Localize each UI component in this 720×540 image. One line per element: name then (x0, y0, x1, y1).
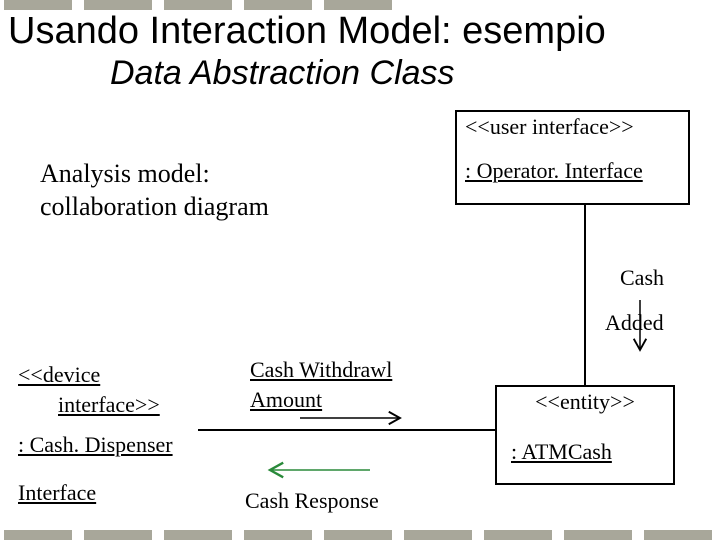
object-cash-dispenser-suffix: Interface (18, 480, 96, 506)
decor-bar-top (0, 0, 720, 10)
message-withdrawl-line1: Cash Withdrawl (250, 357, 392, 382)
message-added: Added (605, 310, 664, 336)
slide-subtitle: Data Abstraction Class (110, 54, 455, 93)
decor-bar-bottom (0, 530, 720, 540)
slide-title: Usando Interaction Model: esempio (8, 10, 712, 53)
object-atmcash: : ATMCash (497, 437, 673, 467)
message-withdrawl-line2: Amount (250, 387, 322, 412)
stereotype-entity: <<entity>> (497, 387, 673, 417)
stereotype-user-interface: <<user interface>> (457, 112, 688, 142)
uml-box-cash-dispenser: <<device interface>> (18, 360, 160, 419)
object-operator-interface: : Operator. Interface (457, 156, 688, 186)
slide-canvas: Usando Interaction Model: esempio Data A… (0, 0, 720, 540)
object-cash-dispenser: : Cash. Dispenser (18, 432, 173, 458)
stereotype-device-line2: interface>> (18, 392, 160, 417)
uml-box-atmcash: <<entity>> : ATMCash (495, 385, 675, 485)
message-cash: Cash (620, 265, 664, 291)
uml-box-operator-interface: <<user interface>> : Operator. Interface (455, 110, 690, 205)
note-line1: Analysis model: (40, 159, 210, 188)
message-cash-response: Cash Response (245, 488, 379, 514)
note-line2: collaboration diagram (40, 192, 269, 221)
note-analysis-model: Analysis model: collaboration diagram (40, 158, 269, 223)
stereotype-device-line1: <<device (18, 362, 100, 387)
message-withdrawl: Cash Withdrawl Amount (250, 355, 392, 414)
